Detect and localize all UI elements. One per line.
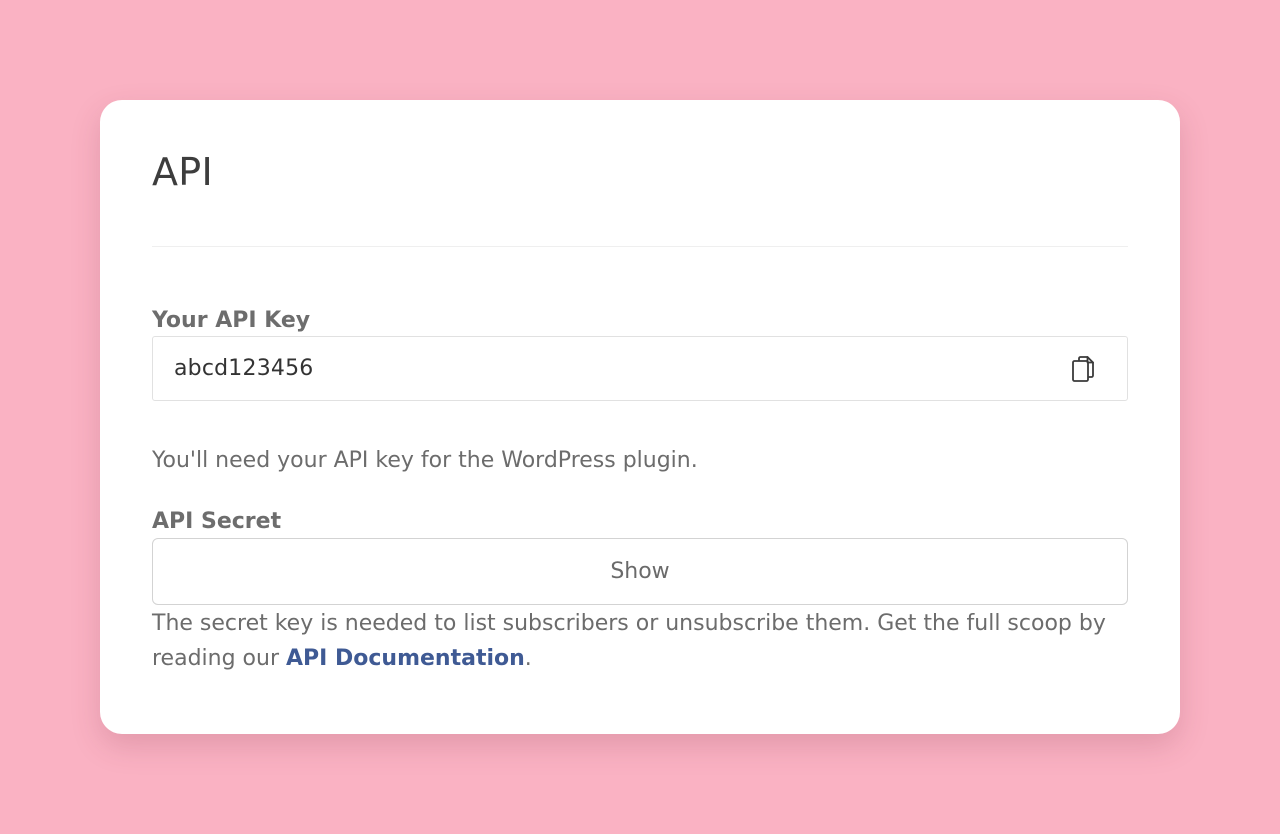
api-secret-help-suffix: .: [524, 646, 532, 671]
api-key-help-text: You'll need your API key for the WordPre…: [152, 448, 698, 473]
api-key-value[interactable]: abcd123456: [174, 353, 314, 385]
copy-icon[interactable]: [1070, 355, 1096, 383]
api-key-label: Your API Key: [152, 308, 311, 333]
api-secret-help-text: The secret key is needed to list subscri…: [152, 606, 1142, 676]
api-settings-card: API Your API Key abcd123456 You'll need …: [100, 100, 1180, 734]
show-secret-button[interactable]: Show: [152, 538, 1128, 605]
title-divider: [152, 246, 1128, 247]
api-documentation-link[interactable]: API Documentation: [286, 646, 525, 671]
api-key-field[interactable]: abcd123456: [152, 336, 1128, 401]
api-secret-label: API Secret: [152, 509, 282, 534]
page-title: API: [152, 150, 214, 194]
